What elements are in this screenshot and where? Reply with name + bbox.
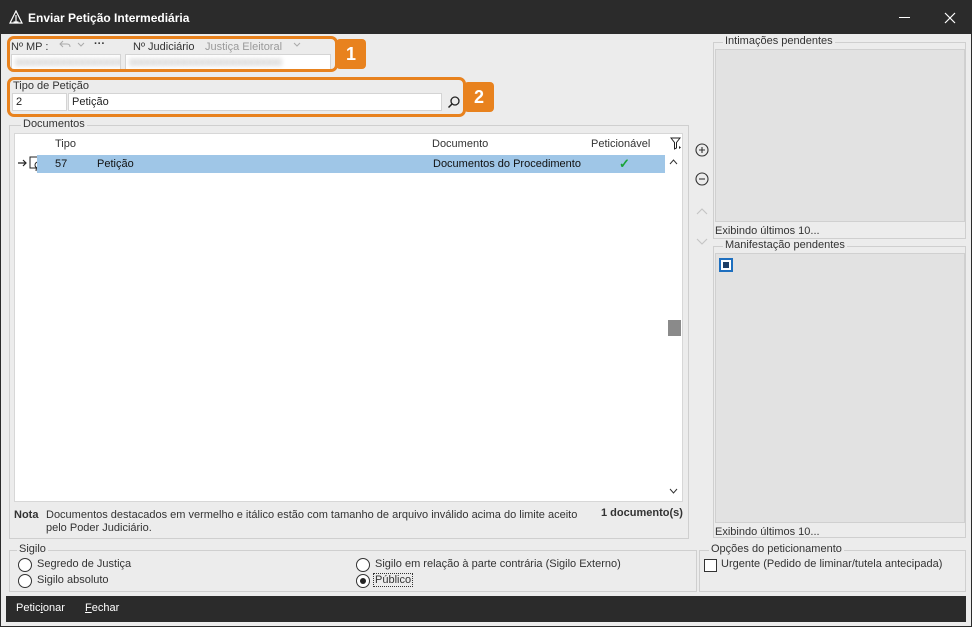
urgente-label[interactable]: Urgente (Pedido de liminar/tutela anteci… <box>721 558 942 570</box>
table-row[interactable]: 57 Petição Documentos do Procedimento ✓ <box>37 155 665 173</box>
close-icon <box>944 12 956 23</box>
add-document-button[interactable] <box>694 142 710 158</box>
chevron-up-icon <box>696 208 708 215</box>
documentos-grid: Tipo Documento Peticionável 57 Petição D… <box>14 133 683 502</box>
column-peticionavel[interactable]: Peticionável <box>591 138 650 150</box>
move-up-button[interactable] <box>694 203 710 219</box>
callout-2-badge: 2 <box>464 82 494 112</box>
scroll-thumb[interactable] <box>668 320 681 336</box>
radio-sigilo-absoluto[interactable] <box>18 574 32 588</box>
opcoes-group <box>699 550 966 592</box>
close-button[interactable] <box>927 1 972 34</box>
remove-document-button[interactable] <box>694 171 710 187</box>
callout-2-frame <box>7 77 466 117</box>
intimacoes-title: Intimações pendentes <box>723 35 835 47</box>
row-tipo: Petição <box>97 158 134 170</box>
row-documento: Documentos do Procedimento <box>433 158 581 170</box>
window-title: Enviar Petição Intermediária <box>28 11 190 25</box>
intimacoes-list[interactable] <box>715 49 965 222</box>
checkbox-indeterminate-icon <box>723 262 729 268</box>
grid-vertical-scrollbar[interactable] <box>665 154 682 501</box>
filter-icon[interactable] <box>670 137 682 151</box>
radio-segredo-justica-label[interactable]: Segredo de Justiça <box>37 558 131 570</box>
row-indicator-icon <box>18 159 27 167</box>
grid-header: Tipo Documento Peticionável <box>15 134 682 154</box>
title-bar: Enviar Petição Intermediária <box>1 1 971 34</box>
radio-sigilo-externo[interactable] <box>356 558 370 572</box>
fechar-button[interactable]: Fechar <box>85 602 119 614</box>
dialog-window: Enviar Petição Intermediária Nº MP : ···… <box>0 0 972 627</box>
peticionavel-check-icon: ✓ <box>619 156 630 171</box>
minimize-button[interactable] <box>881 1 927 34</box>
urgente-checkbox[interactable] <box>704 559 717 572</box>
scroll-up-icon[interactable] <box>669 159 678 165</box>
radio-publico[interactable] <box>356 574 370 588</box>
documentos-title: Documentos <box>21 118 87 130</box>
peticionar-button[interactable]: Peticionar <box>16 602 65 614</box>
callout-1-badge: 1 <box>336 39 366 69</box>
move-down-button[interactable] <box>694 234 710 250</box>
nota-label: Nota <box>14 509 39 521</box>
row-numero: 57 <box>55 158 68 170</box>
column-documento[interactable]: Documento <box>432 138 488 150</box>
manifestacao-footer: Exibindo últimos 10... <box>715 526 820 538</box>
scroll-down-icon[interactable] <box>669 488 678 494</box>
nota-text: Documentos destacados em vermelho e itál… <box>46 509 578 534</box>
chevron-down-icon <box>696 238 708 245</box>
manifestacao-title: Manifestação pendentes <box>723 239 847 251</box>
radio-sigilo-absoluto-label[interactable]: Sigilo absoluto <box>37 574 109 586</box>
sigilo-title: Sigilo <box>17 543 48 555</box>
intimacoes-footer: Exibindo últimos 10... <box>715 225 820 237</box>
select-all-checkbox[interactable] <box>719 258 733 272</box>
opcoes-title: Opções do peticionamento <box>709 543 844 555</box>
minus-circle-icon <box>695 172 709 186</box>
radio-publico-label[interactable]: Público <box>373 573 414 587</box>
manifestacao-list[interactable] <box>715 253 965 523</box>
minimize-icon <box>898 17 910 18</box>
column-tipo[interactable]: Tipo <box>55 138 76 150</box>
app-logo-icon <box>9 10 23 24</box>
sigilo-group <box>9 550 697 592</box>
callout-1-frame <box>7 36 338 72</box>
radio-segredo-justica[interactable] <box>18 558 32 572</box>
footer-bar: Peticionar Fechar <box>6 596 966 622</box>
document-count: 1 documento(s) <box>601 507 683 519</box>
plus-circle-icon <box>695 143 709 157</box>
radio-sigilo-externo-label[interactable]: Sigilo em relação à parte contrária (Sig… <box>375 558 621 570</box>
